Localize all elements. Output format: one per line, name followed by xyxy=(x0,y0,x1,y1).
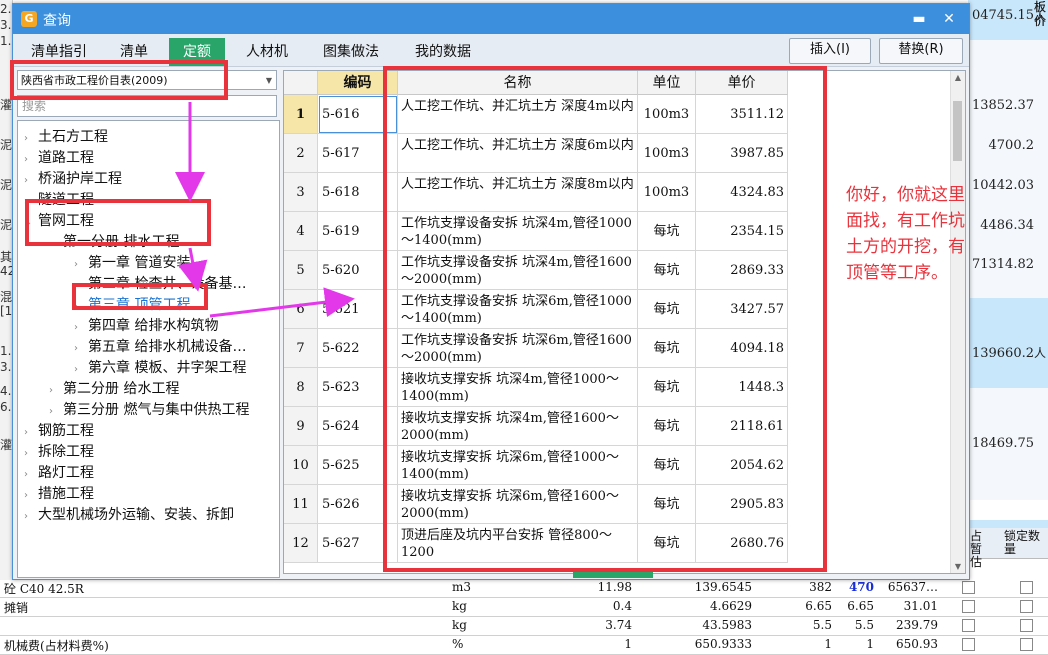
arrow-chapter-to-results xyxy=(209,287,355,318)
annotation-arrows xyxy=(175,102,355,318)
arrow-network-to-chapter xyxy=(177,247,208,292)
